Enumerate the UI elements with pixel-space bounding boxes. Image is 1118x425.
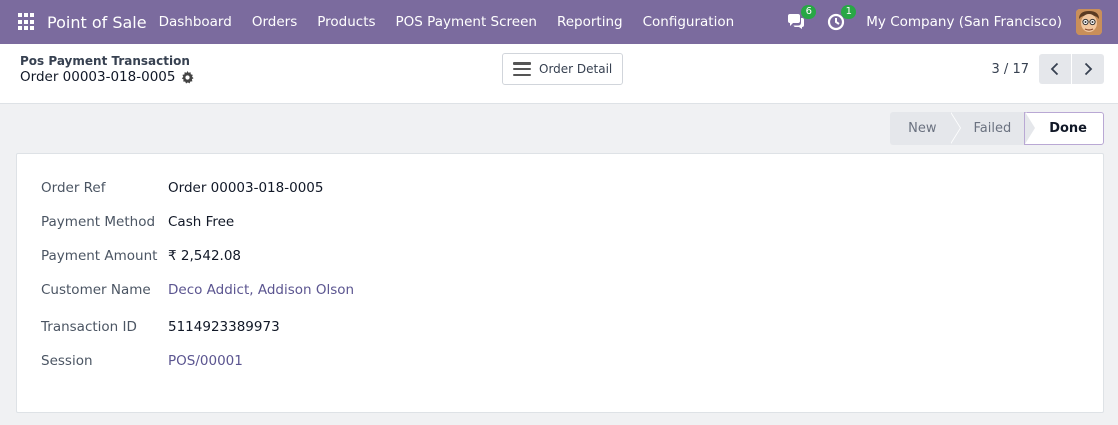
record-title: Order 00003-018-0005 [20,69,176,85]
top-navbar: Point of Sale Dashboard Orders Products … [0,0,1118,44]
status-bar: New Failed Done [890,112,1104,145]
stage-failed-label: Failed [973,121,1012,136]
menu-item-pos-payment-screen[interactable]: POS Payment Screen [396,14,537,30]
field-label: Session [41,353,93,369]
field-label: Order Ref [41,180,106,196]
activities-badge: 1 [841,5,857,19]
form-sheet: Order Ref Order 00003-018-0005 Payment M… [16,153,1104,413]
pager-next-button[interactable] [1072,54,1104,84]
messages-icon[interactable]: 6 [786,5,817,32]
field-transaction-id: Transaction ID 5114923389973 [41,319,280,335]
company-switcher[interactable]: My Company (San Francisco) [866,14,1062,30]
field-customer-name: Customer Name Deco Addict, Addison Olson [41,282,354,298]
menu-item-dashboard[interactable]: Dashboard [159,14,232,30]
list-bars-icon [513,62,531,76]
apps-grid-icon[interactable] [18,13,36,31]
field-payment-amount: Payment Amount ₹ 2,542.08 [41,248,241,264]
messages-badge: 6 [801,5,817,19]
activities-clock-icon[interactable]: 1 [826,5,857,32]
statusbar-row: New Failed Done [0,104,1118,154]
field-label: Transaction ID [41,319,137,335]
breadcrumb-current: Order 00003-018-0005 [20,69,195,85]
pager-previous-button[interactable] [1039,54,1071,84]
field-value: Cash Free [168,214,235,230]
field-label: Payment Amount [41,248,158,264]
order-detail-button[interactable]: Order Detail [502,53,624,85]
session-link[interactable]: POS/00001 [168,353,243,369]
stage-done-label: Done [1049,121,1087,136]
chevron-right-icon [1084,62,1093,76]
field-order-ref: Order Ref Order 00003-018-0005 [41,180,323,196]
field-value: 5114923389973 [168,319,280,335]
field-payment-method: Payment Method Cash Free [41,214,234,230]
customer-link[interactable]: Deco Addict, Addison Olson [168,282,354,298]
breadcrumb: Pos Payment Transaction Order 00003-018-… [20,54,195,85]
field-label: Customer Name [41,282,151,298]
field-value: ₹ 2,542.08 [168,248,241,264]
user-avatar[interactable] [1076,9,1102,35]
pager: 3 / 17 [992,54,1104,84]
stage-new-label: New [908,121,937,136]
control-panel: Pos Payment Transaction Order 00003-018-… [0,44,1118,104]
chevron-left-icon [1050,62,1059,76]
menu-item-configuration[interactable]: Configuration [643,14,735,30]
order-detail-label: Order Detail [539,62,613,76]
menu-item-orders[interactable]: Orders [252,14,297,30]
breadcrumb-parent[interactable]: Pos Payment Transaction [20,54,194,68]
stage-new[interactable]: New [890,112,962,145]
app-name[interactable]: Point of Sale [47,13,147,32]
pager-value[interactable]: 3 / 17 [992,62,1029,77]
menu-item-reporting[interactable]: Reporting [557,14,623,30]
menu-item-products[interactable]: Products [317,14,375,30]
field-session: Session POS/00001 [41,353,243,369]
field-value: Order 00003-018-0005 [168,180,324,196]
main-menu: Dashboard Orders Products POS Payment Sc… [159,14,755,30]
field-label: Payment Method [41,214,156,230]
gear-icon[interactable] [181,70,195,84]
